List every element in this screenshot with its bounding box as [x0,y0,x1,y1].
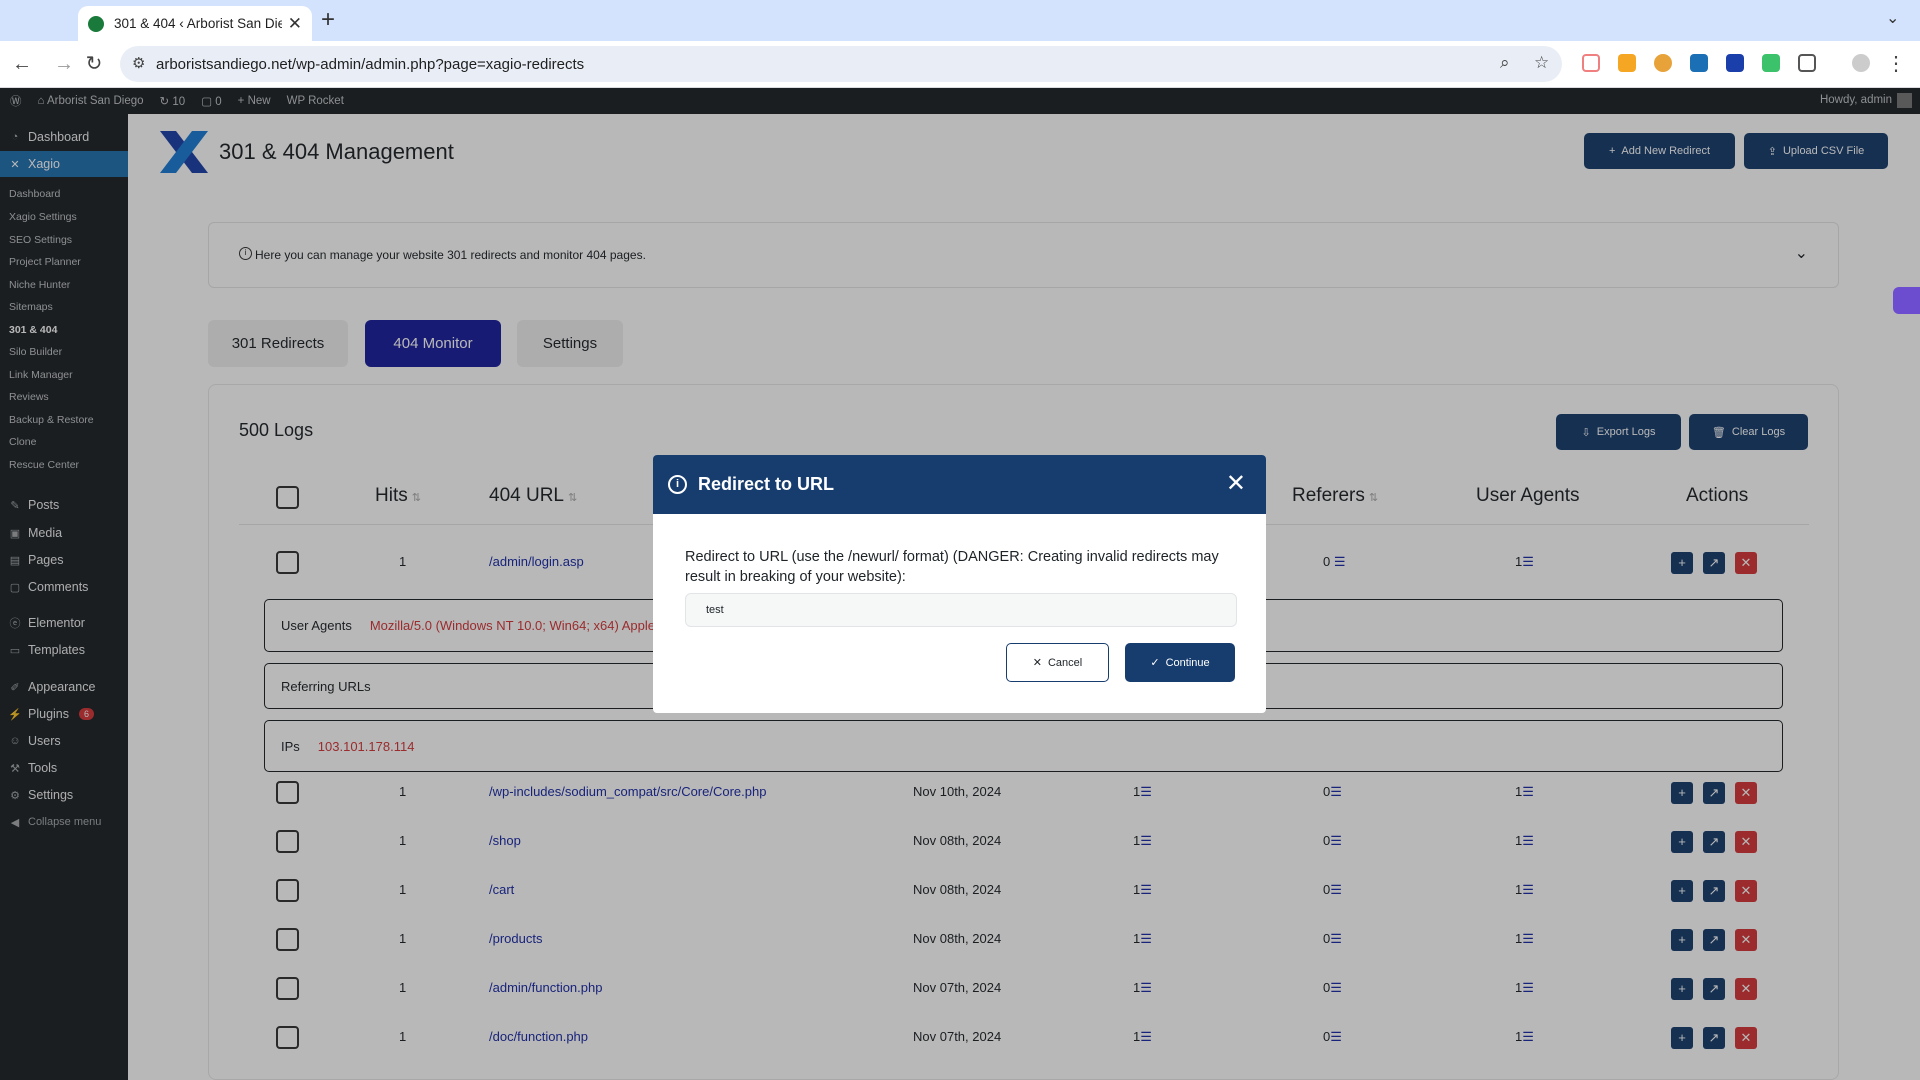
profile-avatar-icon[interactable] [1852,54,1870,72]
forward-icon[interactable]: → [52,52,76,76]
back-icon[interactable]: ← [10,52,34,76]
redirect-modal: i Redirect to URL ✕ Redirect to URL (use… [653,455,1266,713]
redirect-url-input[interactable]: test [685,593,1237,627]
browser-tab[interactable]: 301 & 404 ‹ Arborist San Die ✕ [78,6,312,41]
modal-message: Redirect to URL (use the /newurl/ format… [685,549,1219,585]
modal-header: i Redirect to URL ✕ [653,455,1266,514]
close-icon: ✕ [1032,657,1042,669]
k-extension-icon[interactable] [1762,54,1780,72]
site-favicon-icon [88,15,104,32]
modal-title: Redirect to URL [698,474,835,494]
reload-icon[interactable]: ↻ [82,52,106,76]
cancel-button[interactable]: ✕ Cancel [1006,643,1109,682]
extension-icon[interactable] [1582,54,1600,72]
address-bar[interactable]: ⚙ arboristsandiego.net/wp-admin/admin.ph… [120,46,1562,82]
check-icon: ✓ [1150,657,1160,669]
new-tab-icon[interactable]: + [321,7,335,33]
m-extension-icon[interactable] [1690,54,1708,72]
url-text: arboristsandiego.net/wp-admin/admin.php?… [156,55,585,73]
info-icon: i [668,475,687,494]
bookmark-star-icon[interactable]: ☆ [1534,53,1549,73]
chat-widget-icon[interactable] [1893,287,1920,314]
close-icon[interactable]: ✕ [1226,469,1246,498]
extension-icon[interactable] [1654,54,1672,72]
zoom-icon[interactable]: ⌕ [1500,53,1510,73]
extensions-puzzle-icon[interactable] [1798,54,1816,72]
tab-search-chevron-icon[interactable]: ⌄ [1886,8,1899,28]
continue-button[interactable]: ✓ Continue [1125,643,1235,682]
xagio-extension-icon[interactable] [1726,54,1744,72]
close-tab-icon[interactable]: ✕ [288,14,302,34]
amazon-extension-icon[interactable] [1618,54,1636,72]
browser-menu-icon[interactable]: ⋮ [1884,52,1908,76]
site-info-icon[interactable]: ⚙ [132,54,145,72]
tab-title: 301 & 404 ‹ Arborist San Die [114,16,282,31]
